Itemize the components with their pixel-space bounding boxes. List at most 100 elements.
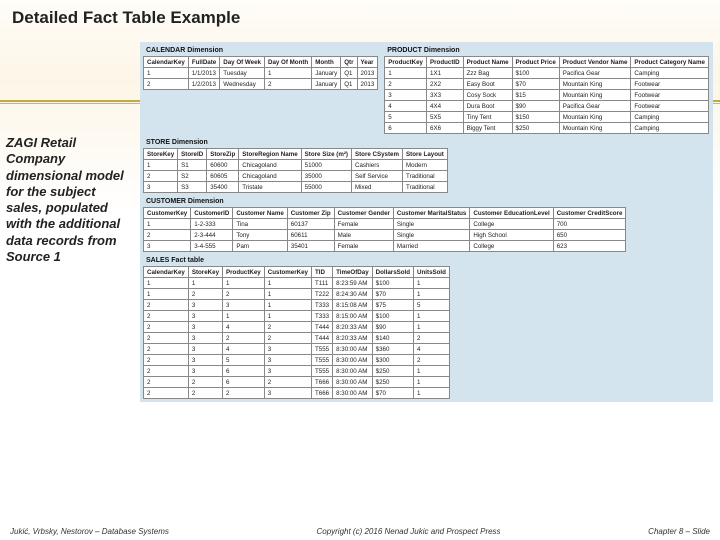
cell: 5 [223, 355, 265, 366]
table-row: 2223T6668:30:00 AM$701 [144, 388, 450, 399]
cell: Camping [631, 68, 709, 79]
col-header: Store Size (m²) [301, 149, 351, 160]
cell: 2 [144, 230, 191, 241]
cell: 3-4-555 [191, 241, 233, 252]
cell: 1 [223, 278, 265, 289]
cell: 8:20:33 AM [333, 322, 373, 333]
col-header: Day Of Month [264, 57, 311, 68]
col-header: StoreKey [188, 267, 222, 278]
cell: T666 [311, 377, 332, 388]
cell: 700 [553, 219, 626, 230]
cell: 60605 [207, 171, 239, 182]
cell: 3 [188, 311, 222, 322]
table-row: 3S335400Tristate55000MixedTraditional [144, 182, 448, 193]
table-title: CUSTOMER Dimension [143, 196, 710, 207]
cell: 1 [414, 289, 450, 300]
cell: Pacifica Gear [559, 101, 631, 112]
cell: 2 [223, 388, 265, 399]
table-row: 21/2/2013Wednesday2JanuaryQ12013 [144, 79, 378, 90]
cell: Biggy Tent [463, 123, 512, 134]
cell: $70 [512, 79, 559, 90]
store-dimension: STORE Dimension StoreKeyStoreIDStoreZipS… [143, 137, 710, 193]
cell: $70 [372, 289, 413, 300]
calendar-dimension: CALENDAR Dimension CalendarKeyFullDateDa… [143, 45, 378, 134]
cell: January [312, 79, 341, 90]
cell: $75 [372, 300, 413, 311]
sales-table: CalendarKeyStoreKeyProductKeyCustomerKey… [143, 266, 450, 399]
cell: 60600 [207, 160, 239, 171]
cell: 1 [144, 289, 189, 300]
cell: 1 [223, 311, 265, 322]
col-header: CustomerKey [264, 267, 311, 278]
table-row: 11-2-333Tina60137FemaleSingleCollege700 [144, 219, 626, 230]
table-title: STORE Dimension [143, 137, 710, 148]
cell: 3 [188, 344, 222, 355]
table-row: 1221T2228:24:30 AM$701 [144, 289, 450, 300]
cell: 1 [414, 278, 450, 289]
cell: Q1 [341, 79, 357, 90]
cell: 4 [385, 101, 427, 112]
cell: Q1 [341, 68, 357, 79]
cell: 1 [144, 219, 191, 230]
cell: 8:30:00 AM [333, 377, 373, 388]
cell: Camping [631, 123, 709, 134]
cell: Chicagoland [239, 171, 301, 182]
cell: 3 [264, 355, 311, 366]
cell: 60611 [287, 230, 334, 241]
cell: 1 [144, 160, 178, 171]
cell: T333 [311, 300, 332, 311]
cell: 8:15:00 AM [333, 311, 373, 322]
cell: Married [393, 241, 469, 252]
col-header: Customer CreditScore [553, 208, 626, 219]
cell: 1 [264, 289, 311, 300]
cell: 8:20:33 AM [333, 333, 373, 344]
cell: Male [334, 230, 393, 241]
col-header: CustomerID [191, 208, 233, 219]
cell: T666 [311, 388, 332, 399]
cell: 2 [144, 344, 189, 355]
col-header: Product Name [463, 57, 512, 68]
table-row: 2343T5558:30:00 AM$3604 [144, 344, 450, 355]
cell: 2-3-444 [191, 230, 233, 241]
cell: 3 [264, 344, 311, 355]
cell: 1X1 [427, 68, 464, 79]
cell: Mountain King [559, 112, 631, 123]
cell: 3 [144, 182, 178, 193]
cell: T333 [311, 311, 332, 322]
cell: 2 [264, 322, 311, 333]
cell: $70 [372, 388, 413, 399]
col-header: ProductKey [223, 267, 265, 278]
cell: 1/2/2013 [188, 79, 219, 90]
cell: 1 [144, 68, 189, 79]
cell: $300 [372, 355, 413, 366]
cell: 2 [144, 311, 189, 322]
cell: 51000 [301, 160, 351, 171]
cell: 8:15:08 AM [333, 300, 373, 311]
cell: 8:24:30 AM [333, 289, 373, 300]
col-header: Store CSystem [351, 149, 402, 160]
cell: $250 [372, 377, 413, 388]
table-row: 1111T1118:23:59 AM$1001 [144, 278, 450, 289]
cell: Traditional [403, 182, 448, 193]
cell: 3 [264, 366, 311, 377]
cell: 2 [264, 377, 311, 388]
cell: 35400 [207, 182, 239, 193]
cell: $150 [512, 112, 559, 123]
cell: 4X4 [427, 101, 464, 112]
cell: 2 [144, 333, 189, 344]
table-row: 2311T3338:15:00 AM$1001 [144, 311, 450, 322]
cell: 8:23:59 AM [333, 278, 373, 289]
cell: $250 [512, 123, 559, 134]
col-header: Month [312, 57, 341, 68]
cell: Mountain King [559, 90, 631, 101]
col-header: TimeOfDay [333, 267, 373, 278]
cell: 3 [188, 300, 222, 311]
cell: 3 [385, 90, 427, 101]
cell: 2 [144, 300, 189, 311]
description-text: ZAGI Retail Company dimensional model fo… [6, 135, 126, 265]
cell: Dura Boot [463, 101, 512, 112]
cell: 5 [385, 112, 427, 123]
col-header: DollarsSold [372, 267, 413, 278]
cell: 2 [144, 355, 189, 366]
cell: 3 [223, 300, 265, 311]
